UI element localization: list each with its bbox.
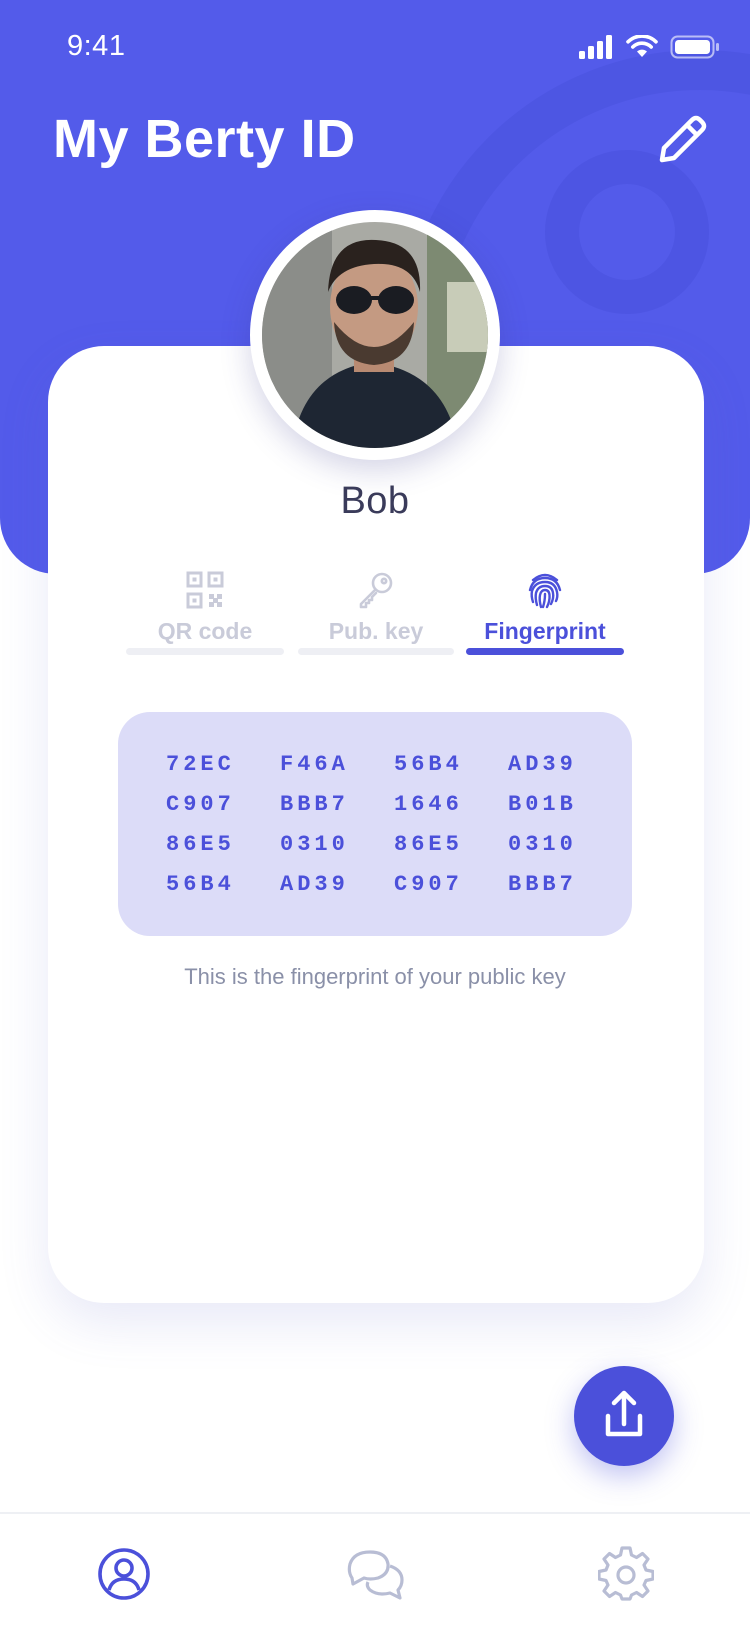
key-icon xyxy=(359,572,393,609)
fingerprint-cell: F46A xyxy=(280,752,349,777)
wifi-icon xyxy=(626,35,658,57)
fingerprint-cell: 56B4 xyxy=(166,872,235,897)
fingerprint-cell: 56B4 xyxy=(394,752,463,777)
nav-settings[interactable] xyxy=(597,1546,655,1602)
edit-button[interactable] xyxy=(652,110,712,170)
battery-icon xyxy=(670,35,719,59)
nav-chats[interactable] xyxy=(346,1546,404,1602)
header-decoration xyxy=(545,150,709,314)
signal-icon xyxy=(579,35,612,59)
fingerprint-cell: B01B xyxy=(508,792,577,817)
page-title: My Berty ID xyxy=(53,109,356,169)
pencil-icon xyxy=(659,115,707,163)
fingerprint-box: 72EC F46A 56B4 AD39 C907 BBB7 1646 B01B … xyxy=(118,712,632,936)
tab-indicator xyxy=(126,648,284,655)
tab-indicator xyxy=(466,648,624,655)
fingerprint-cell: 72EC xyxy=(166,752,235,777)
tab-label: Fingerprint xyxy=(484,618,606,644)
bottom-nav xyxy=(0,1512,750,1626)
fingerprint-cell: BBB7 xyxy=(280,792,349,817)
fingerprint-cell: AD39 xyxy=(280,872,349,897)
fingerprint-cell: BBB7 xyxy=(508,872,577,897)
tab-qr-code[interactable]: QR code xyxy=(126,570,284,655)
fingerprint-cell: AD39 xyxy=(508,752,577,777)
chat-bubbles-icon xyxy=(347,1550,404,1600)
qr-code-icon xyxy=(186,571,224,609)
user-name: Bob xyxy=(340,480,410,522)
fingerprint-cell: C907 xyxy=(166,792,235,817)
fingerprint-cell: 86E5 xyxy=(394,832,463,857)
fingerprint-cell: 1646 xyxy=(394,792,463,817)
fingerprint-caption: This is the fingerprint of your public k… xyxy=(184,964,566,989)
fingerprint-grid: 72EC F46A 56B4 AD39 C907 BBB7 1646 B01B … xyxy=(166,750,622,900)
settings-gear-icon xyxy=(597,1546,655,1601)
profile-photo xyxy=(262,222,488,448)
nav-account[interactable] xyxy=(96,1546,152,1602)
fingerprint-cell: 0310 xyxy=(280,832,349,857)
avatar xyxy=(250,210,500,460)
tab-pub-key[interactable]: Pub. key xyxy=(298,570,454,655)
status-time: 9:41 xyxy=(67,30,126,62)
fingerprint-icon xyxy=(528,573,562,609)
tab-label: QR code xyxy=(157,618,253,644)
tab-indicator xyxy=(298,648,454,655)
tab-label: Pub. key xyxy=(328,618,424,644)
share-button[interactable] xyxy=(574,1366,674,1466)
share-upload-icon xyxy=(605,1390,643,1437)
fingerprint-cell: C907 xyxy=(394,872,463,897)
fingerprint-cell: 86E5 xyxy=(166,832,235,857)
account-icon xyxy=(98,1548,150,1600)
status-icons xyxy=(578,32,720,62)
fingerprint-cell: 0310 xyxy=(508,832,577,857)
tab-fingerprint[interactable]: Fingerprint xyxy=(466,570,624,655)
